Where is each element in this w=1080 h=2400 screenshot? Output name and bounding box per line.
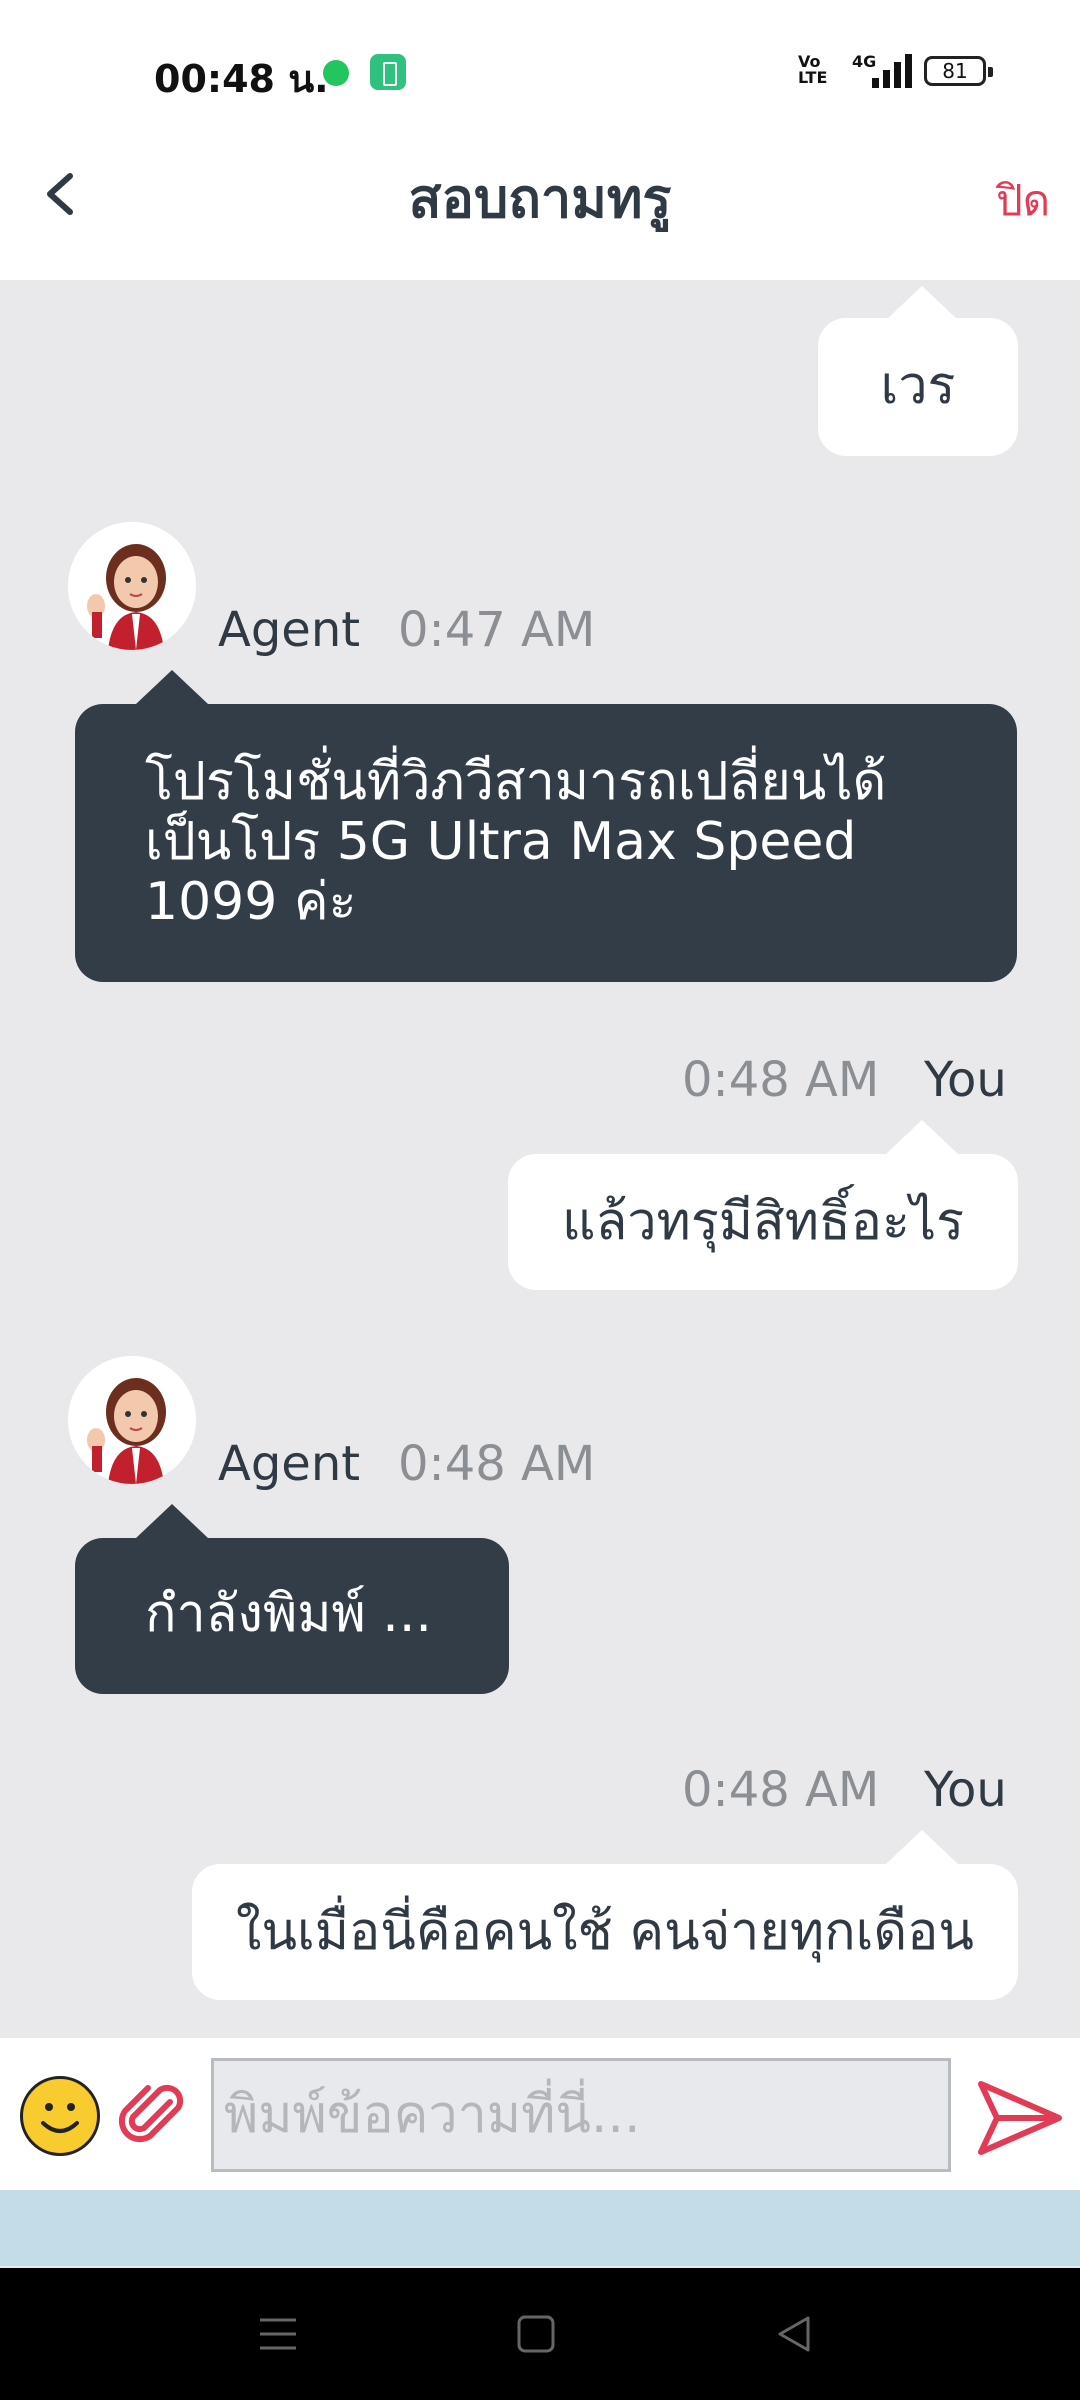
status-time: 00:48 น.	[154, 57, 329, 101]
message-text: โปรโมชั่นที่วิภวีสามารถเปลี่ยนได้ เป็นโป…	[145, 752, 887, 932]
message-time: 0:48 AM	[682, 1052, 880, 1108]
home-square-icon[interactable]	[516, 2314, 556, 2354]
keyboard-strip	[0, 2190, 1080, 2266]
agent-avatar	[68, 1356, 196, 1484]
message-time: 0:48 AM	[398, 1436, 596, 1492]
signal-icon	[864, 54, 914, 88]
page-title: สอบถามทรู	[408, 167, 672, 230]
bubble-tail	[886, 1120, 958, 1154]
message-time: 0:47 AM	[398, 602, 596, 658]
message-bubble-you: ในเมื่อนี่คือคนใช้ คนจ่ายทุกเดือน	[192, 1864, 1018, 2000]
sender-name: You	[924, 1762, 1007, 1818]
message-input[interactable]	[211, 2058, 951, 2172]
attachment-icon[interactable]	[118, 2080, 190, 2152]
battery-saver-icon	[370, 54, 406, 90]
message-time: 0:48 AM	[682, 1762, 880, 1818]
sender-name: Agent	[218, 602, 361, 658]
agent-avatar	[68, 522, 196, 650]
sender-name: You	[924, 1052, 1007, 1108]
send-icon[interactable]	[975, 2078, 1065, 2158]
message-text: แล้วทรุมีสิทธิ์อะไร	[561, 1192, 965, 1252]
message-text: ในเมื่อนี่คือคนใช้ คนจ่ายทุกเดือน	[236, 1902, 974, 1962]
emoji-icon[interactable]	[20, 2076, 100, 2156]
message-text: เวร	[880, 356, 956, 416]
bubble-tail	[136, 670, 208, 704]
sender-name: Agent	[218, 1436, 361, 1492]
message-notification-icon	[323, 60, 349, 86]
message-bubble-you: เวร	[818, 318, 1018, 456]
message-bubble-agent: โปรโมชั่นที่วิภวีสามารถเปลี่ยนได้ เป็นโป…	[75, 704, 1017, 982]
battery-icon: 81	[924, 56, 993, 86]
typing-indicator: กำลังพิมพ์ ...	[145, 1584, 432, 1644]
bubble-tail	[886, 286, 958, 320]
menu-icon[interactable]	[258, 2316, 298, 2352]
close-button[interactable]: ปิด	[996, 168, 1050, 234]
message-bubble-agent: กำลังพิมพ์ ...	[75, 1538, 509, 1694]
bubble-tail	[886, 1830, 958, 1864]
back-triangle-icon[interactable]	[774, 2314, 814, 2354]
bubble-tail	[136, 1504, 208, 1538]
message-bubble-you: แล้วทรุมีสิทธิ์อะไร	[508, 1154, 1018, 1290]
volte-indicator: Vo LTE	[798, 52, 828, 87]
